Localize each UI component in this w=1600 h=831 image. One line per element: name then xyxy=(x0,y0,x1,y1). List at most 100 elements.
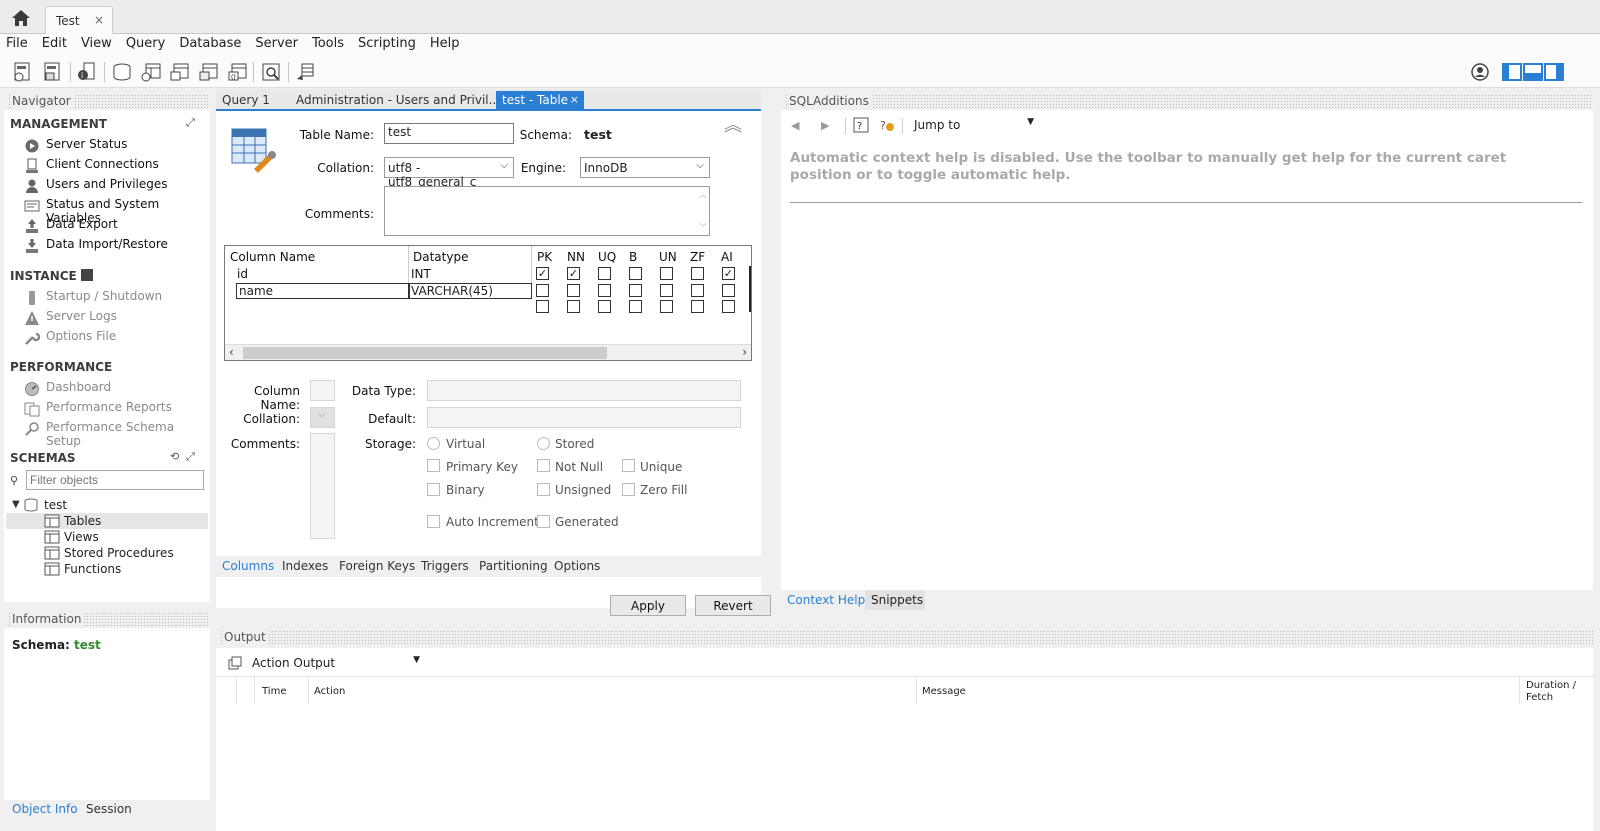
grid-zf-checkbox[interactable] xyxy=(691,267,704,280)
nav-data-import[interactable]: Data Import/Restore xyxy=(24,237,168,255)
refresh-schemas-icon[interactable]: ⟲ xyxy=(170,450,179,463)
menu-file[interactable]: File xyxy=(0,34,36,51)
scrollbar-thumb[interactable] xyxy=(243,347,607,359)
grid-header-column-name[interactable]: Column Name xyxy=(230,250,315,264)
expand-icon[interactable]: ⤢ xyxy=(186,116,195,130)
tab-test-table[interactable]: test - Table × xyxy=(496,91,584,111)
auto-increment-checkbox[interactable] xyxy=(427,515,440,528)
output-header-message[interactable]: Message xyxy=(922,686,966,697)
grid-nn-checkbox[interactable] xyxy=(567,300,580,313)
column-comments-textarea[interactable] xyxy=(310,433,335,539)
output-header-action[interactable]: Action xyxy=(314,686,345,697)
menu-help[interactable]: Help xyxy=(424,34,468,51)
back-icon[interactable]: ◀ xyxy=(791,119,799,132)
grid-ai-checkbox[interactable]: ✓ xyxy=(722,267,735,280)
tab-context-help[interactable]: Context Help xyxy=(787,593,865,607)
tab-session[interactable]: Session xyxy=(86,802,132,816)
not-null-checkbox[interactable] xyxy=(537,459,550,472)
grid-header-un[interactable]: UN xyxy=(659,250,677,264)
grid-un-checkbox[interactable] xyxy=(660,284,673,297)
inspector-icon[interactable]: i xyxy=(76,61,98,83)
new-sql-tab-icon[interactable] xyxy=(12,61,34,83)
tree-item-functions[interactable]: Functions xyxy=(64,562,121,576)
output-header-time[interactable]: Time xyxy=(262,686,286,697)
connection-tab-test[interactable]: Test × xyxy=(45,6,113,34)
subtab-columns[interactable]: Columns xyxy=(222,559,274,573)
collation-select[interactable]: utf8 - utf8_general_c ⌵ xyxy=(384,157,514,189)
nav-status-variables[interactable]: Status and System Variables xyxy=(24,197,210,225)
reconnect-icon[interactable] xyxy=(294,61,316,83)
scroll-right-icon[interactable]: › xyxy=(742,345,747,359)
close-icon[interactable]: × xyxy=(94,13,104,27)
expand-schemas-icon[interactable]: ⤢ xyxy=(186,450,195,464)
default-input[interactable] xyxy=(427,407,741,428)
column-name-input[interactable] xyxy=(310,380,335,401)
subtab-options[interactable]: Options xyxy=(554,559,600,573)
nav-performance-schema-setup[interactable]: Performance Schema Setup xyxy=(24,420,210,448)
search-table-data-icon[interactable] xyxy=(260,61,282,83)
tree-expand-icon[interactable]: ▼ xyxy=(12,499,20,510)
subtab-partitioning[interactable]: Partitioning xyxy=(479,559,548,573)
table-comments-textarea[interactable]: ︿ ﹀ xyxy=(384,186,710,236)
grid-header-b[interactable]: B xyxy=(629,250,637,264)
unsigned-checkbox[interactable] xyxy=(537,483,550,496)
revert-button[interactable]: Revert xyxy=(695,595,771,616)
subtab-indexes[interactable]: Indexes xyxy=(282,559,328,573)
grid-nn-checkbox[interactable] xyxy=(567,284,580,297)
binary-checkbox[interactable] xyxy=(427,483,440,496)
nav-server-logs[interactable]: Server Logs xyxy=(24,309,117,327)
create-view-icon[interactable] xyxy=(168,61,190,83)
grid-header-pk[interactable]: PK xyxy=(537,250,552,264)
apply-button[interactable]: Apply xyxy=(610,595,686,616)
tree-item-tables[interactable]: Tables xyxy=(64,514,101,528)
subtab-triggers[interactable]: Triggers xyxy=(421,559,469,573)
nav-server-status[interactable]: Server Status xyxy=(24,137,127,155)
tab-snippets[interactable]: Snippets xyxy=(871,593,923,607)
scroll-left-icon[interactable]: ‹ xyxy=(229,345,234,359)
grid-header-uq[interactable]: UQ xyxy=(598,250,616,264)
grid-pk-checkbox[interactable]: ✓ xyxy=(536,267,549,280)
grid-uq-checkbox[interactable] xyxy=(598,284,611,297)
grid-header-nn[interactable]: NN xyxy=(567,250,585,264)
menu-view[interactable]: View xyxy=(75,34,120,51)
grid-b-checkbox[interactable] xyxy=(629,284,642,297)
table-name-input[interactable]: test xyxy=(384,123,514,144)
tab-administration-users[interactable]: Administration - Users and Privil... xyxy=(290,91,506,111)
engine-select[interactable]: InnoDB ⌵ xyxy=(580,157,710,178)
forward-icon[interactable]: ▶ xyxy=(821,119,829,132)
output-header-duration[interactable]: Duration / Fetch xyxy=(1526,680,1586,704)
horizontal-scrollbar[interactable]: ‹ › xyxy=(225,344,751,360)
grid-un-checkbox[interactable] xyxy=(660,267,673,280)
grid-ai-checkbox[interactable] xyxy=(722,300,735,313)
grid-ai-checkbox[interactable] xyxy=(722,284,735,297)
home-icon[interactable] xyxy=(10,8,32,28)
tree-item-stored-procedures[interactable]: Stored Procedures xyxy=(64,546,174,560)
grid-pk-checkbox[interactable] xyxy=(536,284,549,297)
user-account-icon[interactable] xyxy=(1469,61,1491,83)
grid-cell-type-id[interactable]: INT xyxy=(411,267,431,281)
output-type-select[interactable]: Action Output ▼ xyxy=(250,653,422,673)
schema-test[interactable]: test xyxy=(44,498,67,512)
grid-zf-checkbox[interactable] xyxy=(691,284,704,297)
column-collation-select[interactable]: ⌵ xyxy=(310,407,335,428)
grid-uq-checkbox[interactable] xyxy=(598,300,611,313)
data-type-input[interactable] xyxy=(427,380,741,401)
unique-checkbox[interactable] xyxy=(622,459,635,472)
subtab-foreign-keys[interactable]: Foreign Keys xyxy=(339,559,415,573)
close-tab-icon[interactable]: × xyxy=(570,93,579,106)
grid-pk-checkbox[interactable] xyxy=(536,300,549,313)
menu-database[interactable]: Database xyxy=(173,34,249,51)
menu-query[interactable]: Query xyxy=(120,34,174,51)
grid-cell-type-editor[interactable]: VARCHAR(45) xyxy=(409,283,532,299)
auto-help-icon[interactable]: ? xyxy=(879,117,895,133)
nav-dashboard[interactable]: Dashboard xyxy=(24,380,111,398)
generated-checkbox[interactable] xyxy=(537,515,550,528)
primary-key-checkbox[interactable] xyxy=(427,459,440,472)
create-function-icon[interactable]: () xyxy=(226,61,248,83)
menu-edit[interactable]: Edit xyxy=(36,34,75,51)
grid-cell-name-editor[interactable]: name xyxy=(236,283,409,299)
stored-radio[interactable] xyxy=(537,437,550,450)
menu-tools[interactable]: Tools xyxy=(306,34,352,51)
tab-query-1[interactable]: Query 1 xyxy=(216,91,276,111)
grid-header-zf[interactable]: ZF xyxy=(690,250,705,264)
